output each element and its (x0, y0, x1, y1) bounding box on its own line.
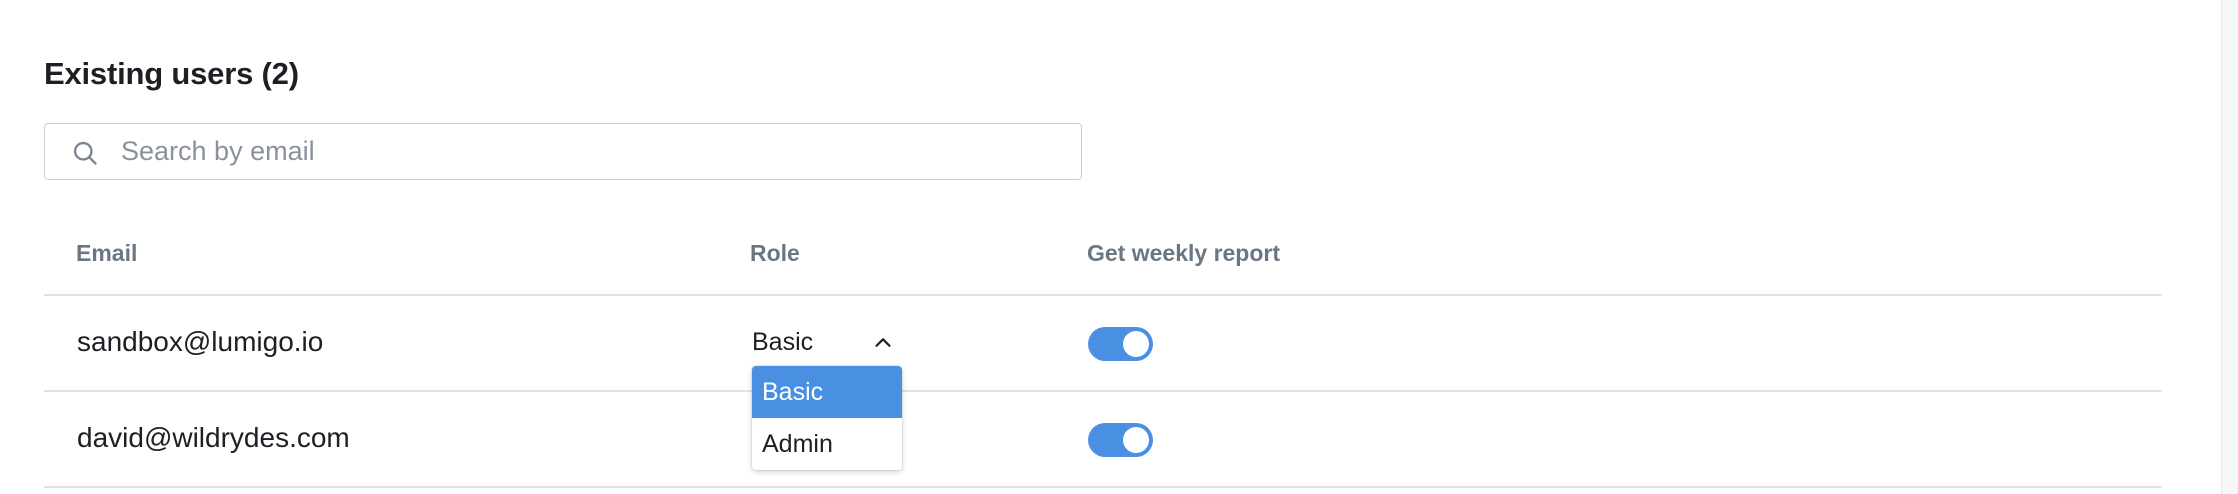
users-settings-page: Existing users (2) Email Role Get weekly… (0, 0, 2238, 494)
search-icon (73, 141, 97, 165)
chevron-up-icon (875, 338, 891, 347)
role-option-admin[interactable]: Admin (752, 418, 902, 470)
role-dropdown-menu: Basic Admin (752, 366, 902, 470)
column-header-email: Email (76, 240, 138, 266)
weekly-report-toggle[interactable] (1088, 327, 1153, 361)
search-input[interactable] (115, 132, 1067, 170)
toggle-knob (1123, 331, 1149, 357)
column-header-role: Role (750, 240, 800, 266)
row-divider (44, 486, 2162, 488)
column-header-weekly-report: Get weekly report (1087, 240, 1281, 266)
role-select[interactable]: Basic (752, 326, 902, 362)
search-box[interactable] (44, 123, 1082, 180)
toggle-knob (1123, 427, 1149, 453)
user-email: david@wildrydes.com (77, 422, 350, 453)
user-email: sandbox@lumigo.io (77, 326, 324, 357)
scrollbar[interactable] (2221, 0, 2238, 494)
role-option-basic[interactable]: Basic (752, 366, 902, 418)
table-row: david@wildrydes.com (44, 392, 2162, 488)
weekly-report-toggle[interactable] (1088, 423, 1153, 457)
table-row: sandbox@lumigo.io Basic (44, 296, 2162, 392)
section-title: Existing users (2) (44, 56, 299, 91)
role-select-value: Basic (752, 328, 814, 356)
